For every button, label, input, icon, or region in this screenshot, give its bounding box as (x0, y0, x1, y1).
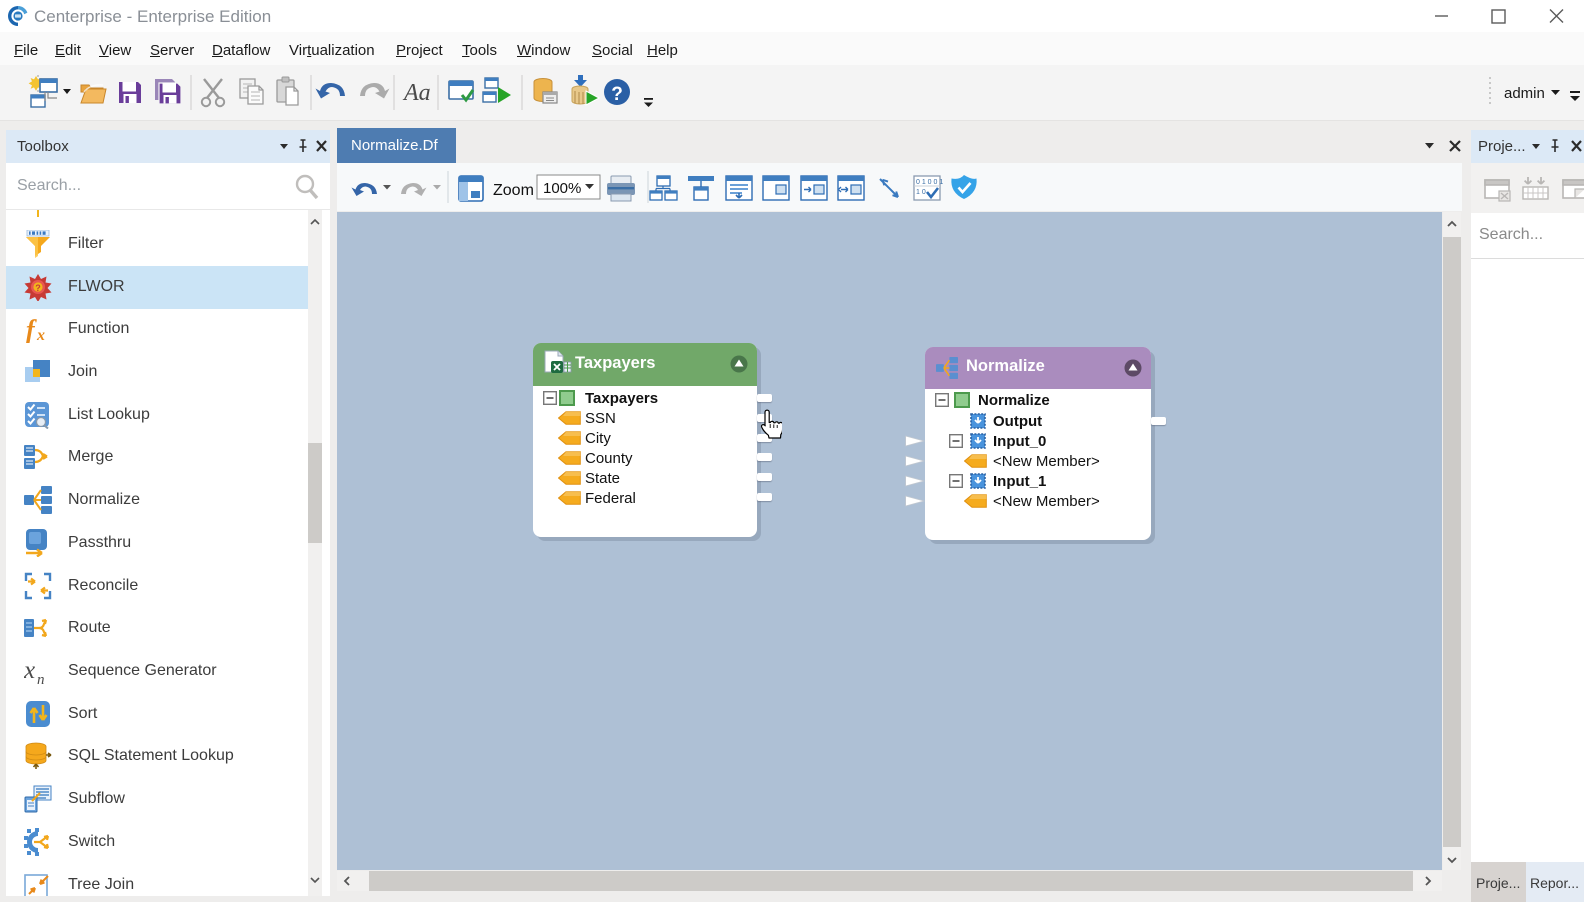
svg-text:x: x (24, 657, 35, 684)
svg-text:x: x (36, 327, 45, 343)
svg-text:0 1 0 0 1: 0 1 0 0 1 (916, 179, 943, 186)
svg-text:?: ? (611, 84, 623, 105)
svg-text:n: n (37, 672, 45, 685)
svg-text:admin: admin (1504, 85, 1545, 102)
svg-text:Zoom: Zoom (493, 182, 534, 199)
svg-text:?: ? (35, 283, 41, 293)
svg-text:100%: 100% (543, 180, 581, 197)
svg-text:Aa: Aa (402, 80, 431, 106)
svg-text:1 0: 1 0 (916, 189, 926, 196)
svg-text:f: f (26, 315, 37, 343)
